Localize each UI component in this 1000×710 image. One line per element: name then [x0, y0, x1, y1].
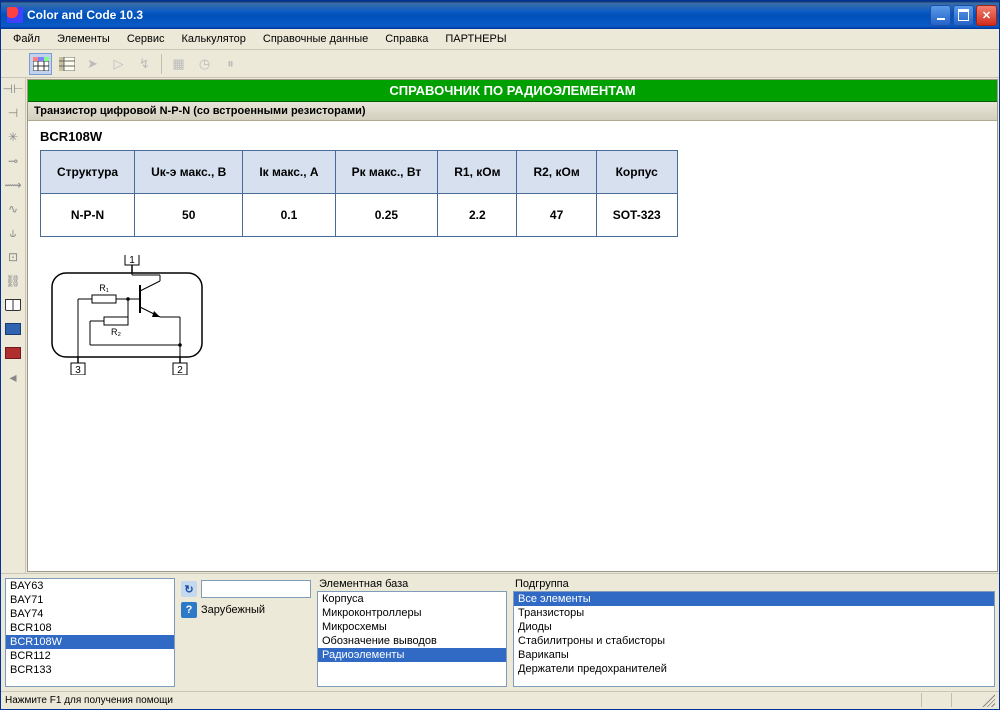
status-segment — [951, 693, 981, 707]
menu-partners[interactable]: ПАРТНЕРЫ — [437, 31, 514, 47]
list-item[interactable]: Все элементы — [514, 592, 994, 606]
left-tool-4[interactable]: ⊸ — [3, 152, 23, 170]
left-tool-2[interactable]: ⊣ — [3, 104, 23, 122]
th-pc: Pк макс., Вт — [335, 151, 438, 194]
bottom-panel: BAY63 BAY71 BAY74 BCR108 BCR108W BCR112 … — [1, 573, 999, 691]
list-item[interactable]: Варикапы — [514, 648, 994, 662]
list-item[interactable]: BAY71 — [6, 593, 174, 607]
list-item[interactable]: BAY74 — [6, 607, 174, 621]
menu-reference-data[interactable]: Справочные данные — [255, 31, 376, 47]
table-row: N-P-N 50 0.1 0.25 2.2 47 SOT-323 — [41, 194, 678, 237]
toolbar-wand-icon[interactable]: ↯ — [133, 53, 156, 75]
part-name: BCR108W — [40, 129, 985, 144]
status-segment — [921, 693, 951, 707]
search-input[interactable] — [201, 580, 311, 598]
list-item[interactable]: Стабилитроны и стабисторы — [514, 634, 994, 648]
origin-label: Зарубежный — [201, 604, 265, 616]
left-tool-8[interactable]: ⊡ — [3, 248, 23, 266]
menu-service[interactable]: Сервис — [119, 31, 173, 47]
svg-text:2: 2 — [177, 365, 183, 375]
left-tool-6[interactable]: ∿ — [3, 200, 23, 218]
left-tool-book[interactable] — [3, 296, 23, 314]
svg-text:R₁: R₁ — [99, 283, 109, 293]
toolbar-arrow-icon[interactable]: ➤ — [81, 53, 104, 75]
th-r2: R2, кОм — [517, 151, 596, 194]
titlebar: Color and Code 10.3 — [1, 1, 999, 29]
schematic-diagram: 1 3 2 R₁ — [42, 255, 985, 378]
th-uce: Uк-э макс., В — [135, 151, 243, 194]
parts-listbox[interactable]: BAY63 BAY71 BAY74 BCR108 BCR108W BCR112 … — [5, 578, 175, 687]
maximize-button[interactable] — [953, 5, 974, 26]
left-tool-1[interactable]: ⊣⊢ — [3, 80, 23, 98]
list-item[interactable]: BCR133 — [6, 663, 174, 677]
menubar: Файл Элементы Сервис Калькулятор Справоч… — [1, 29, 999, 50]
left-tool-collapse[interactable]: ◂ — [3, 368, 23, 386]
menu-calculator[interactable]: Калькулятор — [174, 31, 254, 47]
subgroup-label: Подгруппа — [513, 578, 995, 590]
list-item[interactable]: Обозначение выводов — [318, 634, 506, 648]
left-tool-7[interactable]: ⫝ — [3, 224, 23, 242]
subgroup-group: Подгруппа Все элементы Транзисторы Диоды… — [513, 578, 995, 687]
left-tool-9[interactable]: ⛓ — [3, 272, 23, 290]
content-area: СПРАВОЧНИК ПО РАДИОЭЛЕМЕНТАМ Транзистор … — [27, 79, 998, 572]
list-item[interactable]: Микросхемы — [318, 620, 506, 634]
spec-table: Структура Uк-э макс., В Iк макс., А Pк м… — [40, 150, 678, 237]
toolbar-play-icon[interactable]: ▷ — [107, 53, 130, 75]
toolbar-calc-icon[interactable]: ▦ — [167, 53, 190, 75]
left-toolbar: ⊣⊢ ⊣ ✳ ⊸ ⟿ ∿ ⫝ ⊡ ⛓ ◂ — [1, 78, 26, 573]
list-item[interactable]: Держатели предохранителей — [514, 662, 994, 676]
left-tool-3[interactable]: ✳ — [3, 128, 23, 146]
app-icon — [7, 7, 23, 23]
base-group: Элементная база Корпуса Микроконтроллеры… — [317, 578, 507, 687]
reference-subheader: Транзистор цифровой N-P-N (со встроенным… — [28, 102, 997, 121]
reference-header: СПРАВОЧНИК ПО РАДИОЭЛЕМЕНТАМ — [28, 80, 997, 102]
list-item[interactable]: BCR112 — [6, 649, 174, 663]
th-package: Корпус — [596, 151, 677, 194]
status-help-text: Нажмите F1 для получения помощи — [5, 695, 173, 706]
help-button[interactable]: ? — [181, 602, 197, 618]
filter-controls: ↻ ? Зарубежный — [181, 578, 311, 687]
svg-text:1: 1 — [129, 255, 135, 266]
list-item[interactable]: BAY63 — [6, 579, 174, 593]
list-item[interactable]: Диоды — [514, 620, 994, 634]
subgroup-listbox[interactable]: Все элементы Транзисторы Диоды Стабилитр… — [513, 591, 995, 687]
list-item[interactable]: Радиоэлементы — [318, 648, 506, 662]
close-button[interactable] — [976, 5, 997, 26]
base-listbox[interactable]: Корпуса Микроконтроллеры Микросхемы Обоз… — [317, 591, 507, 687]
list-item[interactable]: Транзисторы — [514, 606, 994, 620]
menu-file[interactable]: Файл — [5, 31, 48, 47]
toolbar-table2-icon[interactable] — [55, 53, 78, 75]
left-tool-5[interactable]: ⟿ — [3, 176, 23, 194]
left-tool-red[interactable] — [3, 344, 23, 362]
minimize-button[interactable] — [930, 5, 951, 26]
menu-help[interactable]: Справка — [377, 31, 436, 47]
th-r1: R1, кОм — [438, 151, 517, 194]
statusbar: Нажмите F1 для получения помощи — [1, 691, 999, 708]
list-item[interactable]: BCR108W — [6, 635, 174, 649]
refresh-button[interactable]: ↻ — [181, 581, 197, 597]
svg-text:3: 3 — [75, 365, 81, 375]
th-structure: Структура — [41, 151, 135, 194]
toolbar-clock-icon[interactable]: ◷ — [193, 53, 216, 75]
base-label: Элементная база — [317, 578, 507, 590]
svg-text:R₂: R₂ — [111, 327, 121, 337]
toolbar-grid-icon[interactable] — [29, 53, 52, 75]
list-item[interactable]: BCR108 — [6, 621, 174, 635]
list-item[interactable]: Микроконтроллеры — [318, 606, 506, 620]
toolbar-tune-icon[interactable]: ⏸ — [219, 53, 242, 75]
menu-elements[interactable]: Элементы — [49, 31, 118, 47]
th-ic: Iк макс., А — [243, 151, 335, 194]
resize-grip[interactable] — [981, 693, 995, 707]
window-title: Color and Code 10.3 — [27, 8, 930, 22]
left-tool-blue[interactable] — [3, 320, 23, 338]
toolbar: ➤ ▷ ↯ ▦ ◷ ⏸ — [1, 50, 999, 78]
list-item[interactable]: Корпуса — [318, 592, 506, 606]
